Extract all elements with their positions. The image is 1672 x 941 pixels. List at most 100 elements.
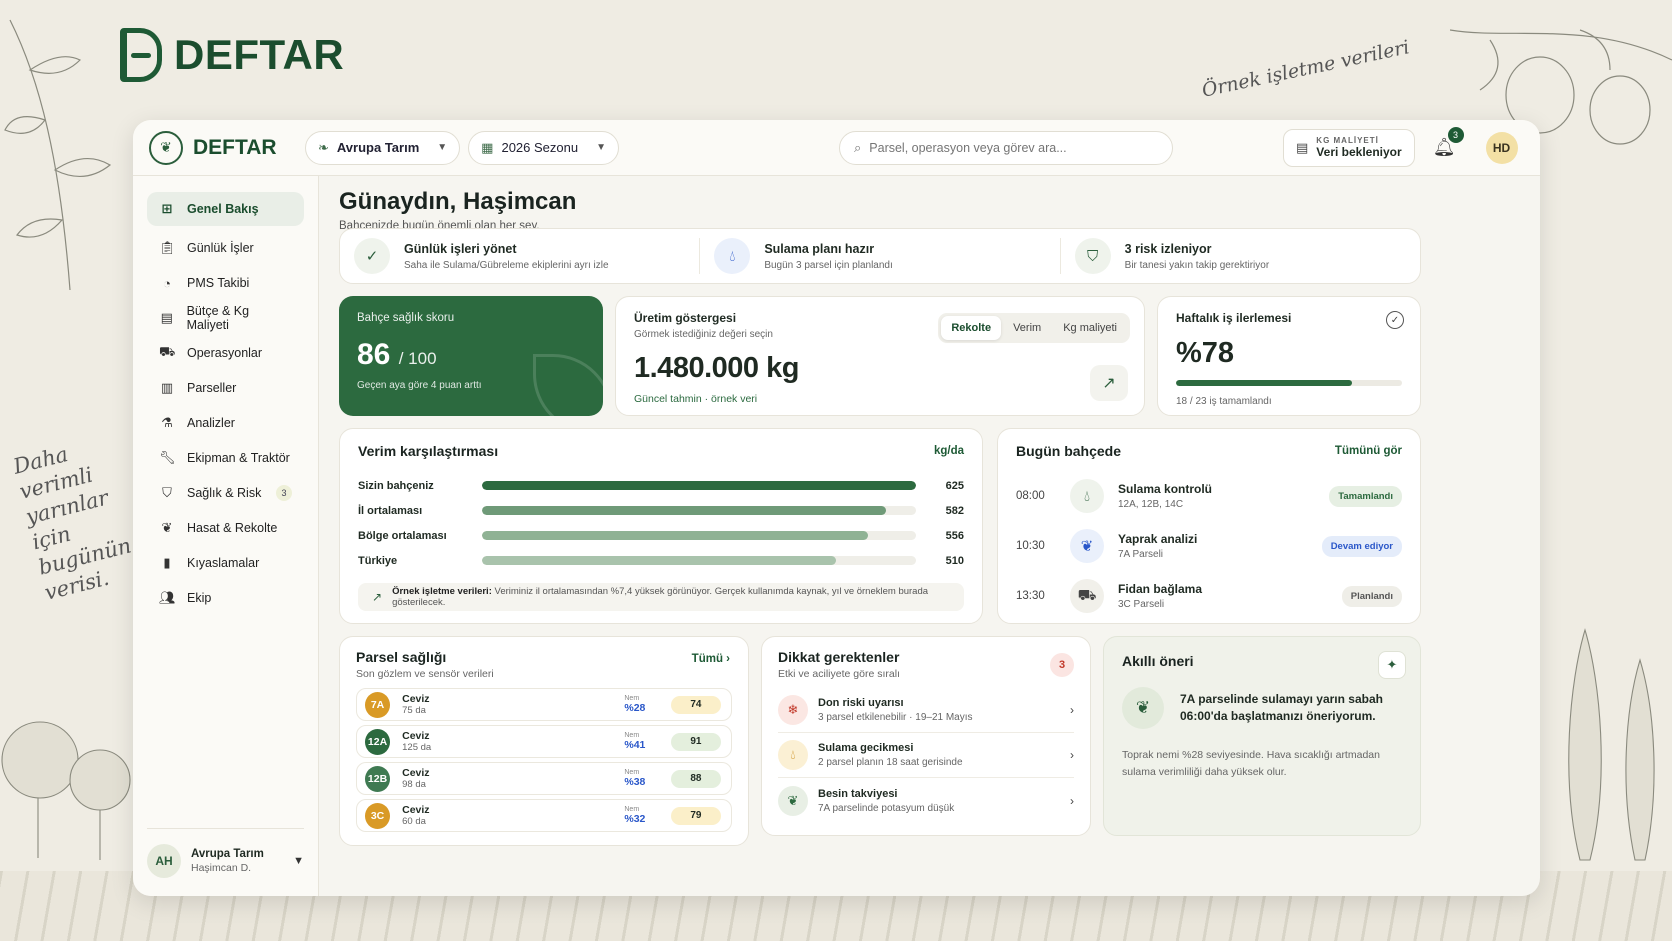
olive-branch-illustration bbox=[4, 19, 112, 291]
sidebar-item-parseller[interactable]: ▥ Parseller bbox=[147, 371, 304, 405]
app-logo[interactable]: ❦ DEFTAR bbox=[149, 130, 305, 165]
production-tabs: Rekolte Verim Kg maliyeti bbox=[938, 313, 1130, 343]
today-row[interactable]: 10:30 ❦ Yaprak analizi 7A Parseli Devam … bbox=[1016, 521, 1402, 571]
today-row[interactable]: 13:30 ⛟ Fidan bağlama 3C Parseli Planlan… bbox=[1016, 571, 1402, 621]
parcel-code-badge: 12B bbox=[365, 765, 391, 792]
kg-cost-chip[interactable]: ▤ KG MALİYETİ Veri bekleniyor bbox=[1283, 128, 1415, 167]
sidebar-item-gunluk-isler[interactable]: 📋︎ Günlük İşler bbox=[147, 231, 304, 265]
search-icon: ⌕ bbox=[854, 139, 862, 155]
yield-bar-label: Türkiye bbox=[358, 554, 398, 567]
sparkle-icon[interactable]: ✦ bbox=[1378, 651, 1406, 679]
sprout-icon: ❦ bbox=[1070, 529, 1104, 563]
wheat-icon: ❦ bbox=[161, 520, 173, 535]
parcel-score: 91 bbox=[670, 732, 721, 751]
parcel-row[interactable]: 7A Ceviz 75 da Nem %28 74 bbox=[356, 688, 732, 721]
weekly-progress-fill bbox=[1176, 380, 1353, 386]
yield-bar-value: 510 bbox=[945, 554, 964, 567]
page-title: Günaydın, Haşimcan bbox=[339, 188, 577, 215]
tractor-icon: ⛟ bbox=[159, 344, 176, 359]
yield-note: ↗ Örnek işletme verileri: Veriminiz il o… bbox=[358, 583, 964, 611]
weekly-progress-bar bbox=[1176, 380, 1402, 386]
summary-desc: Bugün 3 parsel için planlandı bbox=[764, 259, 893, 271]
attention-row[interactable]: 💧︎ Sulama gecikmesi 2 parsel planın 18 s… bbox=[778, 733, 1074, 778]
attention-row[interactable]: ❦ Besin takviyesi 7A parselinde potasyum… bbox=[778, 778, 1074, 823]
sidebar-item-label: PMS Takibi bbox=[187, 276, 250, 290]
sidebar-item-label: Bütçe & Kg Maliyeti bbox=[186, 304, 250, 332]
yield-bar-value: 556 bbox=[945, 529, 964, 542]
sidebar-item-ekip[interactable]: 👥︎ Ekip bbox=[147, 581, 304, 615]
parcel-subtitle: Son gözlem ve sensör verileri bbox=[356, 668, 494, 680]
parcel-row[interactable]: 3C Ceviz 60 da Nem %32 79 bbox=[356, 799, 732, 832]
summary-irrigation[interactable]: 💧︎ Sulama planı hazır Bugün 3 parsel içi… bbox=[700, 238, 1061, 274]
search-box[interactable]: ⌕ bbox=[839, 130, 1173, 165]
sidebar-item-pms-takibi[interactable]: ◔ PMS Takibi bbox=[147, 266, 304, 300]
summary-title: Sulama planı hazır bbox=[764, 241, 875, 256]
sidebar-item-analizler[interactable]: ⚗ Analizler bbox=[147, 406, 304, 440]
sidebar-item-saglik-risk[interactable]: ⛉ Sağlık & Risk 3 bbox=[147, 476, 304, 510]
parcel-crop: Ceviz bbox=[402, 804, 430, 816]
parcel-row[interactable]: 12A Ceviz 125 da Nem %41 91 bbox=[356, 725, 732, 758]
summary-strip: ✓ Günlük işleri yönet Saha ile Sulama/Gü… bbox=[339, 228, 1421, 284]
parcel-area: 75 da bbox=[402, 705, 426, 716]
attention-card: Dikkat gerektenler Etki ve aciliyete gör… bbox=[761, 636, 1091, 836]
parcel-all-link[interactable]: Tümü › bbox=[692, 653, 730, 665]
parcel-row[interactable]: 12B Ceviz 98 da Nem %38 88 bbox=[356, 762, 732, 795]
user-avatar[interactable]: HD bbox=[1485, 131, 1518, 164]
tab-verim[interactable]: Verim bbox=[1003, 316, 1051, 340]
notifications-button[interactable]: 🔔︎ 3 bbox=[1433, 127, 1464, 158]
leaf-logo-icon: ❦ bbox=[149, 130, 183, 165]
weekly-title: Haftalık iş ilerlemesi bbox=[1176, 311, 1292, 325]
summary-risks[interactable]: ⛉ 3 risk izleniyor Bir tanesi yakın taki… bbox=[1061, 238, 1420, 274]
search-input[interactable] bbox=[869, 140, 1158, 155]
attention-row[interactable]: ❄ Don riski uyarısı 3 parsel etkilenebil… bbox=[778, 688, 1074, 733]
leaf-icon: ❧ bbox=[318, 139, 329, 155]
today-task-title: Sulama kontrolü bbox=[1118, 482, 1213, 496]
moisture-label: Nem bbox=[624, 695, 640, 702]
sidebar-item-hasat[interactable]: ❦ Hasat & Rekolte bbox=[147, 511, 304, 545]
status-badge: Devam ediyor bbox=[1321, 535, 1402, 557]
sidebar-item-butce[interactable]: ▤ Bütçe & Kg Maliyeti bbox=[147, 301, 304, 335]
health-score-card[interactable]: Bahçe sağlık skoru 86 / 100 Geçen aya gö… bbox=[339, 296, 603, 416]
summary-daily-tasks[interactable]: ✓ Günlük işleri yönet Saha ile Sulama/Gü… bbox=[340, 238, 701, 274]
yield-bar-track bbox=[482, 531, 916, 540]
shield-icon: ⛉ bbox=[162, 485, 172, 500]
yield-comparison-card: Verim karşılaştırması kg/da Sizin bahçen… bbox=[339, 428, 983, 624]
sidebar-item-operasyonlar[interactable]: ⛟ Operasyonlar bbox=[147, 336, 304, 370]
trend-up-icon: ↗ bbox=[372, 590, 383, 604]
brand-header: DEFTAR bbox=[120, 28, 344, 82]
yield-bar-track bbox=[482, 506, 916, 515]
parcel-crop: Ceviz bbox=[402, 730, 430, 742]
season-select[interactable]: ▦ 2026 Sezonu ▼ bbox=[468, 130, 619, 165]
tab-kg-maliyeti[interactable]: Kg maliyeti bbox=[1053, 316, 1127, 340]
leaf-decoration-icon bbox=[533, 354, 603, 416]
summary-desc: Bir tanesi yakın takip gerektiriyor bbox=[1124, 259, 1270, 271]
wallet-icon: ▤ bbox=[160, 310, 173, 325]
parcel-title: Parsel sağlığı bbox=[356, 649, 447, 665]
sidebar-item-kiyaslamalar[interactable]: ▮ Kıyaslamalar bbox=[147, 546, 304, 580]
today-see-all-link[interactable]: Tümünü gör bbox=[1335, 445, 1402, 457]
sidebar-item-label: Kıyaslamalar bbox=[187, 556, 260, 570]
yield-unit: kg/da bbox=[933, 445, 964, 457]
today-time: 10:30 bbox=[1016, 540, 1045, 552]
sprout-icon: ❦ bbox=[778, 785, 808, 816]
trend-up-icon[interactable]: ↗ bbox=[1090, 365, 1128, 401]
status-badge: Planlandı bbox=[1341, 585, 1402, 607]
tractor-icon: ⛟ bbox=[1070, 579, 1104, 613]
deftar-logo-icon bbox=[120, 28, 162, 82]
sidebar-item-label: Analizler bbox=[187, 416, 235, 430]
user-switcher[interactable]: AH Avrupa Tarım Haşimcan D. ▼ bbox=[147, 828, 304, 882]
status-badge: Tamamlandı bbox=[1329, 485, 1402, 507]
yield-bar-value: 582 bbox=[945, 504, 964, 517]
tab-rekolte[interactable]: Rekolte bbox=[941, 316, 1002, 340]
sidebar-item-ekipman[interactable]: 🔧︎ Ekipman & Traktör bbox=[147, 441, 304, 475]
yield-bar-label: İl ortalaması bbox=[358, 504, 423, 517]
org-select-value: Avrupa Tarım bbox=[336, 140, 420, 155]
shield-check-icon: ⛉ bbox=[1074, 238, 1111, 274]
sidebar-item-genel-bakis[interactable]: ⊞ Genel Bakış bbox=[147, 192, 304, 226]
org-select[interactable]: ❧ Avrupa Tarım ▼ bbox=[305, 130, 461, 165]
today-row[interactable]: 08:00 💧︎ Sulama kontrolü 12A, 12B, 14C T… bbox=[1016, 471, 1402, 521]
greeting: Günaydın, Haşimcan Bahçenizde bugün önem… bbox=[339, 188, 576, 232]
app-logo-text: DEFTAR bbox=[193, 135, 277, 159]
chevron-down-icon: ▼ bbox=[437, 142, 448, 153]
yield-bar-value: 625 bbox=[945, 479, 964, 492]
